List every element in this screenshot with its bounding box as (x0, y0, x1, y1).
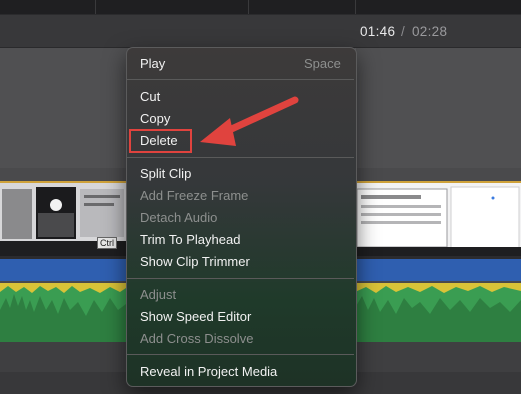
menu-separator (127, 79, 354, 80)
delete-highlight-box (129, 129, 192, 153)
menu-separator (127, 278, 354, 279)
clip-thumbnail[interactable] (355, 183, 521, 256)
toolbar-divider (95, 0, 96, 14)
menu-item-adjust: Adjust (140, 287, 177, 302)
ctrl-key-label: Ctrl (97, 237, 117, 249)
toolbar-divider (248, 0, 249, 14)
thumbnail-image (355, 183, 521, 256)
menu-item-copy[interactable]: Copy (140, 110, 170, 128)
menu-separator (127, 354, 354, 355)
top-toolbar (0, 0, 521, 15)
menu-item-trim-to-playhead[interactable]: Trim To Playhead (140, 231, 240, 249)
total-duration: 02:28 (412, 24, 448, 39)
menu-item-reveal-in-project-media[interactable]: Reveal in Project Media (140, 363, 277, 381)
menu-item-detach-audio: Detach Audio (140, 210, 218, 225)
arrow-icon (200, 96, 299, 146)
menu-item-add-cross-dissolve: Add Cross Dissolve (140, 331, 254, 346)
menu-item-play[interactable]: Play (140, 55, 165, 73)
menu-item-split-clip[interactable]: Split Clip (140, 165, 191, 183)
shortcut-space: Space (304, 56, 341, 71)
menu-item-show-clip-trimmer[interactable]: Show Clip Trimmer (140, 253, 250, 271)
toolbar-divider (355, 0, 356, 14)
menu-item-cut[interactable]: Cut (140, 88, 160, 106)
current-timecode: 01:46 (360, 24, 396, 39)
menu-item-add-freeze-frame: Add Freeze Frame (140, 188, 249, 203)
menu-item-show-speed-editor[interactable]: Show Speed Editor (140, 308, 251, 326)
timecode-separator: / (401, 24, 406, 39)
